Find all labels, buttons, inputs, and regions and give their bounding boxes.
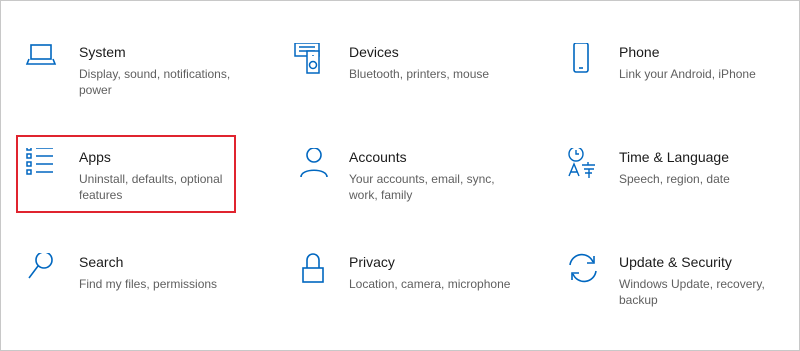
laptop-icon — [23, 43, 59, 79]
time-language-icon — [563, 148, 599, 184]
apps-list-icon — [23, 148, 59, 184]
search-icon — [23, 253, 59, 289]
tile-description: Your accounts, email, sync, work, family — [349, 172, 495, 202]
tile-description: Link your Android, iPhone — [619, 67, 756, 81]
tile-title: Devices — [349, 44, 399, 60]
tile-title: Privacy — [349, 254, 395, 270]
sync-arrows-icon — [563, 253, 599, 289]
tile-search[interactable]: Search Find my files, permissions — [23, 253, 273, 333]
tile-title: Accounts — [349, 149, 407, 165]
tile-apps[interactable]: Apps Uninstall, defaults, optional featu… — [23, 148, 273, 228]
devices-icon — [293, 43, 329, 79]
tile-description: Windows Update, recovery, backup — [619, 277, 765, 307]
tile-title: Update & Security — [619, 254, 732, 270]
tile-accounts[interactable]: Accounts Your accounts, email, sync, wor… — [293, 148, 543, 228]
tile-title: Phone — [619, 44, 660, 60]
tile-privacy[interactable]: Privacy Location, camera, microphone — [293, 253, 543, 333]
tile-update-security[interactable]: Update & Security Windows Update, recove… — [563, 253, 800, 333]
settings-panel: System Display, sound, notifications, po… — [0, 0, 800, 351]
tile-title: System — [79, 44, 126, 60]
tile-system[interactable]: System Display, sound, notifications, po… — [23, 43, 273, 123]
tile-description: Uninstall, defaults, optional features — [79, 172, 223, 202]
tile-description: Speech, region, date — [619, 172, 730, 186]
tile-title: Search — [79, 254, 124, 270]
tile-title: Apps — [79, 149, 111, 165]
tile-title: Time & Language — [619, 149, 729, 165]
tile-description: Find my files, permissions — [79, 277, 218, 291]
phone-icon — [563, 43, 599, 79]
tile-phone[interactable]: Phone Link your Android, iPhone — [563, 43, 800, 123]
tile-description: Bluetooth, printers, mouse — [349, 67, 490, 81]
lock-icon — [293, 253, 329, 289]
tile-time-language[interactable]: Time & Language Speech, region, date — [563, 148, 800, 228]
tile-description: Display, sound, notifications, power — [79, 67, 231, 97]
tile-description: Location, camera, microphone — [349, 277, 511, 291]
tile-devices[interactable]: Devices Bluetooth, printers, mouse — [293, 43, 543, 123]
person-icon — [293, 148, 329, 184]
